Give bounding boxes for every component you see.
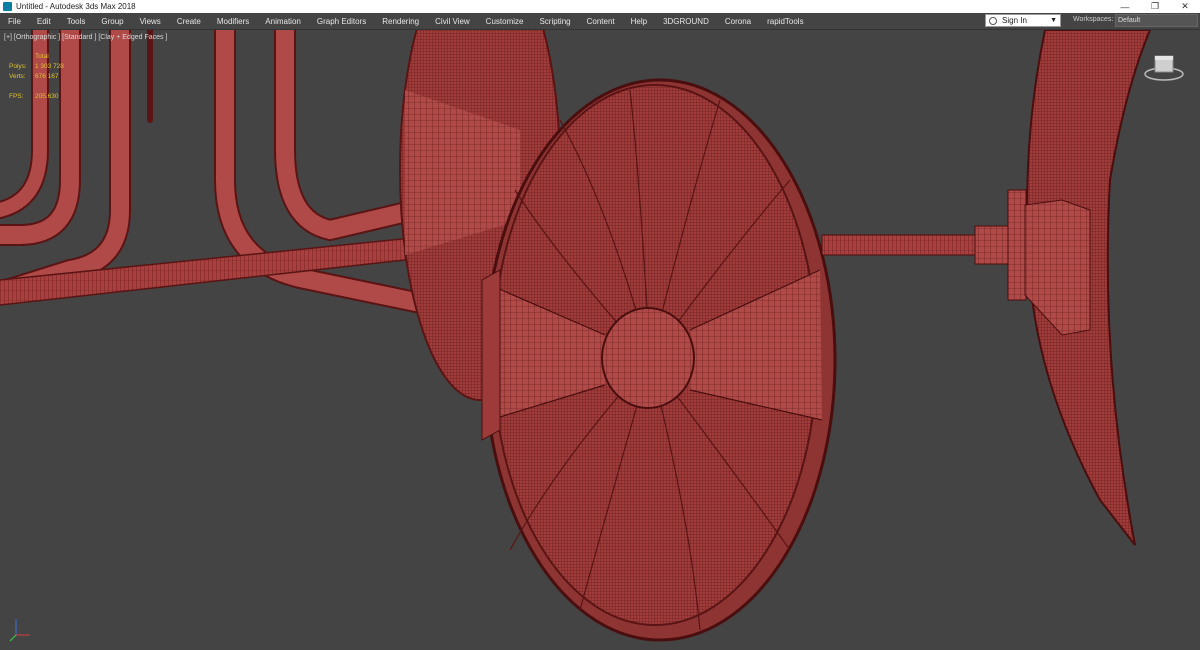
verts-label: Verts:: [9, 73, 26, 80]
menu-civil-view[interactable]: Civil View: [427, 17, 478, 26]
hub: [601, 307, 695, 409]
close-icon[interactable]: ✕: [1170, 0, 1200, 13]
stats-overlay: Total Polys: 1 303 728 Verts: 676 167 FPS:…: [9, 52, 64, 102]
menu-views[interactable]: Views: [132, 17, 169, 26]
title-bar: Untitled - Autodesk 3ds Max 2018 — ❐ ✕: [0, 0, 1200, 14]
fps-label: FPS:: [9, 93, 24, 100]
menu-graph-editors[interactable]: Graph Editors: [309, 17, 374, 26]
menu-tools[interactable]: Tools: [59, 17, 94, 26]
menu-group[interactable]: Group: [93, 17, 131, 26]
sign-in-label: Sign In: [1002, 16, 1027, 25]
viewcube-icon[interactable]: [1143, 50, 1185, 84]
minimize-icon[interactable]: —: [1110, 0, 1140, 13]
polys-label: Polys:: [9, 63, 27, 70]
polys-value: 1 303 728: [35, 63, 64, 70]
workspaces-value: Default: [1118, 17, 1141, 24]
menu-create[interactable]: Create: [169, 17, 209, 26]
window-title: Untitled - Autodesk 3ds Max 2018: [16, 2, 136, 11]
workspaces-label: Workspaces:: [1073, 16, 1114, 23]
viewport-label[interactable]: [+] [Orthographic ] [Standard ] [Clay + …: [4, 34, 167, 41]
arm-right-joint: [974, 225, 1011, 265]
menu-rapidtools[interactable]: rapidTools: [759, 17, 811, 26]
sign-in-button[interactable]: Sign In ▼: [985, 14, 1061, 27]
fps-value: 205.630: [35, 93, 59, 100]
workspaces-dropdown[interactable]: Default: [1115, 14, 1198, 27]
menu-corona[interactable]: Corona: [717, 17, 759, 26]
menu-3dground[interactable]: 3DGROUND: [655, 17, 717, 26]
disk-thickness: [481, 269, 501, 441]
user-icon: [989, 16, 997, 25]
app-icon: [3, 2, 12, 11]
maximize-icon[interactable]: ❐: [1140, 0, 1170, 13]
menu-customize[interactable]: Customize: [478, 17, 532, 26]
arm-right: [821, 234, 978, 256]
window-controls: — ❐ ✕: [1110, 0, 1200, 13]
chevron-down-icon: ▼: [1050, 17, 1057, 24]
menu-help[interactable]: Help: [623, 17, 655, 26]
menu-animation[interactable]: Animation: [257, 17, 309, 26]
stats-header: Total: [35, 53, 49, 60]
mesh-scene: [0, 30, 1152, 642]
menu-edit[interactable]: Edit: [29, 17, 59, 26]
axis-tripod-icon: [9, 619, 30, 642]
menu-rendering[interactable]: Rendering: [374, 17, 427, 26]
menu-file[interactable]: File: [0, 17, 29, 26]
menu-content[interactable]: Content: [579, 17, 623, 26]
viewport[interactable]: [+] [Orthographic ] [Standard ] [Clay + …: [0, 30, 1200, 650]
right-disk-flange: [1007, 189, 1027, 301]
menu-scripting[interactable]: Scripting: [531, 17, 578, 26]
menu-modifiers[interactable]: Modifiers: [209, 17, 257, 26]
verts-value: 676 167: [35, 73, 59, 80]
